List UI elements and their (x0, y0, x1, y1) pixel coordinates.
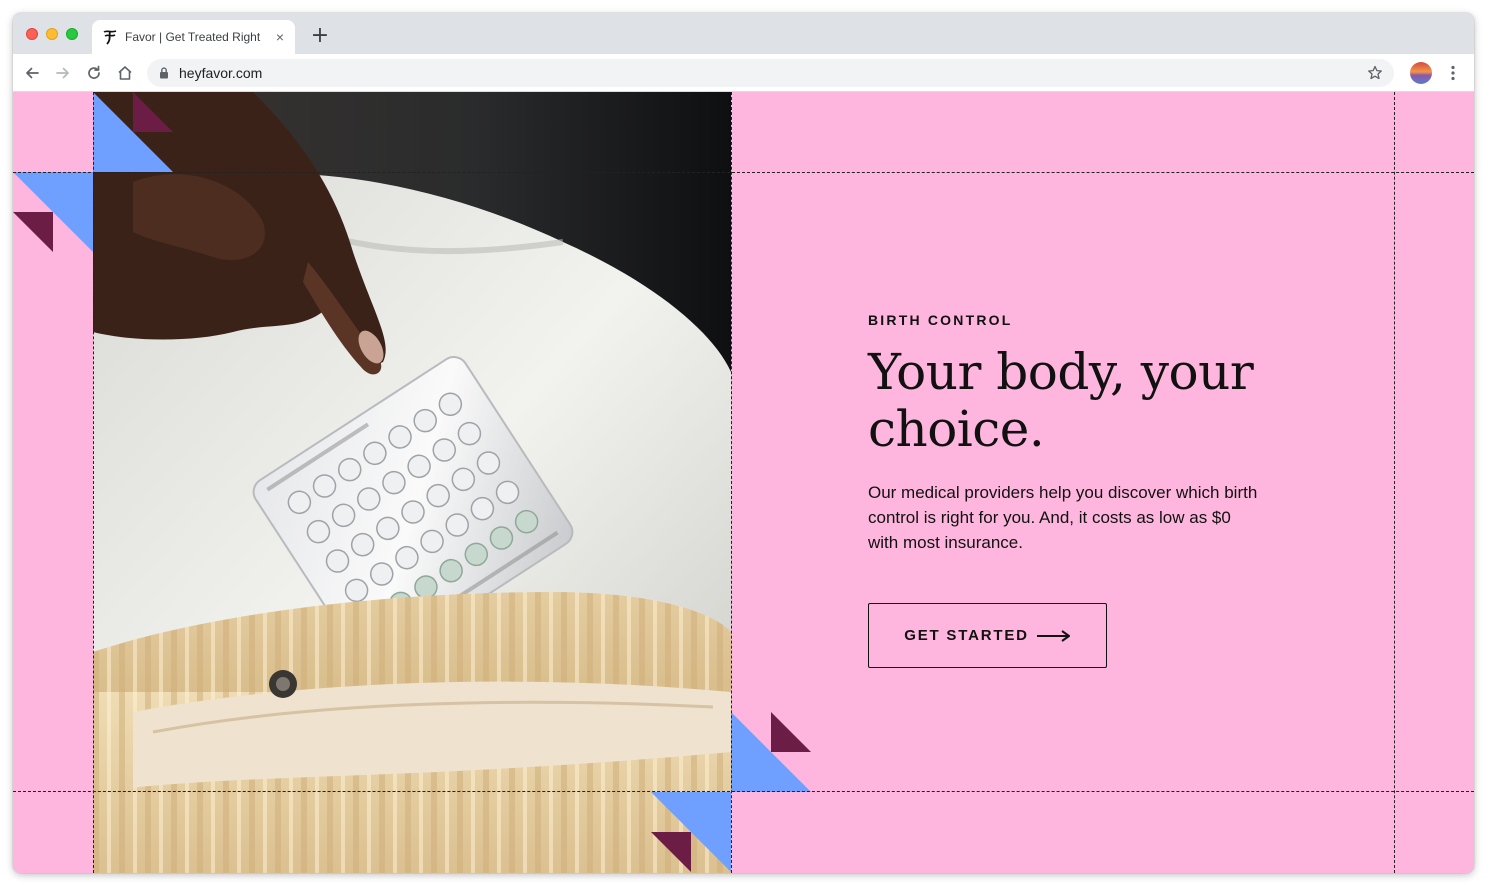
home-button[interactable] (115, 63, 135, 83)
minimize-window-button[interactable] (46, 28, 58, 40)
browser-window: Favor | Get Treated Right × + heyfavor.c… (13, 13, 1474, 873)
get-started-button[interactable]: GET STARTED (868, 603, 1107, 668)
star-icon[interactable] (1366, 64, 1384, 82)
maximize-window-button[interactable] (66, 28, 78, 40)
close-window-button[interactable] (26, 28, 38, 40)
tab-strip: Favor | Get Treated Right × + (13, 13, 1474, 54)
description-line-3: with most insurance. (868, 533, 1023, 552)
guide-line-top (13, 172, 1474, 173)
section-eyebrow: BIRTH CONTROL (868, 312, 1013, 328)
description-line-2: control is right for you. And, it costs … (868, 508, 1231, 527)
guide-line-center (731, 92, 732, 873)
arrow-right-icon (56, 67, 69, 79)
forward-button[interactable] (53, 63, 73, 83)
get-started-label: GET STARTED (904, 627, 1029, 644)
hero-headline: Your body, your choice. (868, 344, 1308, 458)
long-arrow-right-icon (1036, 629, 1070, 642)
new-tab-button[interactable]: + (309, 25, 331, 48)
tab-title: Favor | Get Treated Right (125, 30, 261, 44)
headline-line-1: Your body, your (868, 343, 1254, 401)
arrow-left-icon (26, 67, 39, 79)
profile-avatar[interactable] (1410, 62, 1432, 84)
close-tab-icon[interactable]: × (272, 29, 288, 45)
headline-line-2: choice. (868, 400, 1045, 458)
favor-logo-icon (103, 30, 117, 45)
kebab-menu-icon[interactable] (1443, 63, 1463, 83)
guide-line-bottom (13, 791, 1474, 792)
lock-icon (160, 67, 168, 79)
reload-icon (88, 65, 100, 79)
hero-description: Our medical providers help you discover … (868, 480, 1288, 555)
hero-photo (93, 92, 731, 873)
hero-copy: BIRTH CONTROL Your body, your choice. Ou… (868, 312, 1308, 555)
browser-toolbar: heyfavor.com (13, 54, 1474, 92)
guide-line-right (1394, 92, 1395, 873)
reload-button[interactable] (84, 63, 104, 83)
home-icon (118, 66, 132, 80)
back-button[interactable] (22, 63, 42, 83)
tab-favor[interactable]: Favor | Get Treated Right × (92, 20, 295, 54)
description-line-1: Our medical providers help you discover … (868, 483, 1258, 502)
page-content: BIRTH CONTROL Your body, your choice. Ou… (13, 92, 1474, 873)
address-bar[interactable]: heyfavor.com (147, 59, 1394, 87)
guide-line-left (93, 92, 94, 873)
url-text: heyfavor.com (179, 65, 263, 81)
